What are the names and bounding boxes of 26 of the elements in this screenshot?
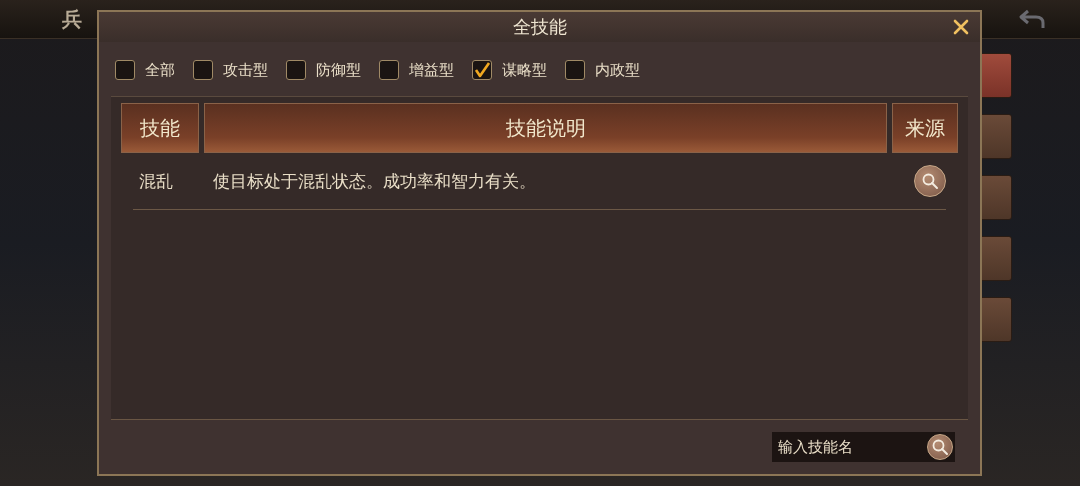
checkbox[interactable] — [286, 60, 306, 80]
filter-label: 谋略型 — [502, 60, 547, 80]
checkbox[interactable] — [472, 60, 492, 80]
filter-label: 防御型 — [316, 60, 361, 80]
back-arrow-icon[interactable] — [1018, 8, 1046, 30]
skill-description: 使目标处于混乱状态。成功率和智力有关。 — [213, 169, 537, 193]
column-header: 技能 — [121, 103, 199, 153]
dialog-title: 全技能 — [512, 15, 567, 39]
source-search-button[interactable] — [914, 165, 946, 197]
skill-name: 混乱 — [138, 169, 174, 193]
filter-label: 增益型 — [409, 60, 454, 80]
search-button[interactable] — [927, 434, 953, 460]
filter-label: 攻击型 — [223, 60, 268, 80]
filter-label: 内政型 — [595, 60, 640, 80]
search-input[interactable]: 输入技能名 — [776, 437, 920, 457]
page-title: 兵 — [62, 5, 82, 33]
filter-label: 全部 — [145, 60, 175, 80]
column-header: 技能说明 — [204, 103, 887, 153]
checkbox[interactable] — [115, 60, 135, 80]
checkbox[interactable] — [193, 60, 213, 80]
search-icon — [931, 438, 949, 456]
search-field[interactable]: 输入技能名 — [772, 432, 955, 462]
checkbox[interactable] — [565, 60, 585, 80]
search-icon — [921, 172, 939, 190]
checkbox[interactable] — [379, 60, 399, 80]
column-header: 来源 — [892, 103, 958, 153]
